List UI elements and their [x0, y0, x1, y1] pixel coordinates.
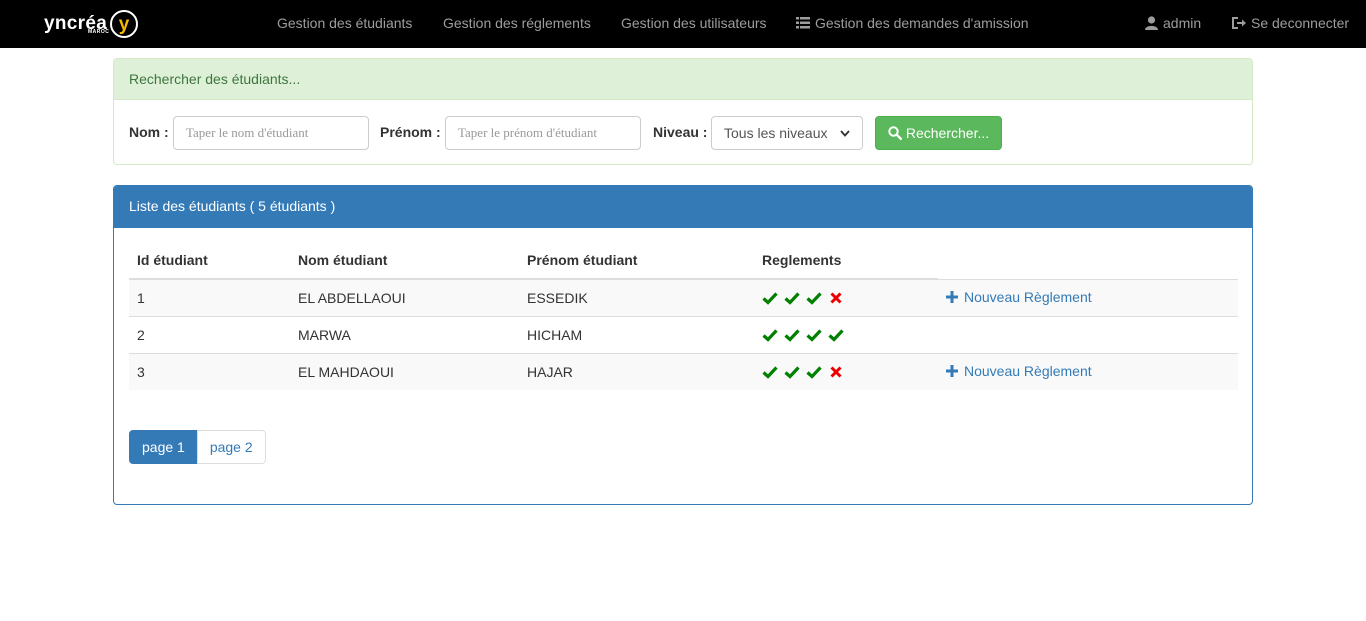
students-table: Id étudiant Nom étudiant Prénom étudiant…	[129, 242, 1238, 390]
page-2-button[interactable]: page 2	[196, 430, 266, 464]
column-header-actions	[938, 242, 1238, 279]
search-button[interactable]: Rechercher...	[875, 116, 1002, 150]
nav-user-admin[interactable]: admin	[1145, 0, 1201, 48]
cell-nom: EL MAHDAOUI	[290, 352, 519, 390]
nav-gestion-etudiants[interactable]: Gestion des étudiants	[277, 0, 412, 48]
logout-icon	[1232, 17, 1246, 30]
plus-icon	[946, 365, 958, 378]
cell-prenom: ESSEDIK	[519, 278, 754, 316]
nav-gestion-utilisateurs[interactable]: Gestion des utilisateurs	[621, 0, 767, 48]
search-panel: Rechercher des étudiants... Nom : Prénom…	[113, 58, 1253, 165]
cell-reglements	[754, 315, 938, 353]
table-row: 1 EL ABDELLAOUI ESSEDIK Nouveau Règlement	[129, 278, 1238, 316]
prenom-input[interactable]	[445, 116, 641, 150]
nav-gestion-demandes[interactable]: Gestion des demandes d'amission	[796, 0, 1029, 48]
check-icon	[784, 366, 800, 379]
top-navbar: yncréa y MAROC Gestion des étudiants Ges…	[0, 0, 1366, 48]
prenom-label: Prénom :	[380, 124, 441, 140]
search-panel-heading: Rechercher des étudiants...	[114, 59, 1252, 100]
cell-id: 1	[129, 278, 290, 316]
cell-reglements	[754, 278, 938, 316]
nom-input[interactable]	[173, 116, 369, 150]
nouveau-reglement-link[interactable]: Nouveau Règlement	[946, 363, 1092, 379]
cross-icon	[830, 292, 842, 304]
reglement-status-list	[762, 291, 930, 305]
cell-id: 3	[129, 352, 290, 390]
check-icon	[806, 292, 822, 305]
cell-prenom: HICHAM	[519, 315, 754, 353]
brand-y-badge: y	[110, 10, 139, 38]
students-list-panel: Liste des étudiants ( 5 étudiants ) Id é…	[113, 185, 1253, 505]
table-row: 2 MARWA HICHAM	[129, 315, 1238, 353]
reglement-status-list	[762, 328, 930, 342]
cell-id: 2	[129, 315, 290, 353]
list-icon	[796, 17, 810, 29]
check-icon	[762, 366, 778, 379]
nom-label: Nom :	[129, 124, 169, 140]
column-header-nom: Nom étudiant	[290, 242, 519, 280]
nav-gestion-reglements[interactable]: Gestion des réglements	[443, 0, 591, 48]
cell-nom: EL ABDELLAOUI	[290, 278, 519, 316]
students-list-heading: Liste des étudiants ( 5 étudiants )	[114, 186, 1252, 228]
cell-prenom: HAJAR	[519, 352, 754, 390]
table-row: 3 EL MAHDAOUI HAJAR Nouveau Règlement	[129, 352, 1238, 390]
cross-icon	[830, 366, 842, 378]
cell-reglements	[754, 352, 938, 390]
brand-sub: MAROC	[88, 29, 110, 35]
search-icon	[888, 126, 902, 140]
brand-logo[interactable]: yncréa y MAROC	[44, 8, 139, 40]
cell-action: Nouveau Règlement	[938, 278, 1238, 316]
nav-logout[interactable]: Se deconnecter	[1231, 0, 1349, 48]
niveau-select[interactable]: Tous les niveaux	[711, 116, 863, 150]
page-1-button[interactable]: page 1	[129, 430, 198, 464]
table-header-row: Id étudiant Nom étudiant Prénom étudiant…	[129, 242, 1238, 280]
check-icon	[762, 328, 778, 342]
check-icon	[806, 328, 822, 342]
check-icon	[762, 292, 778, 305]
cell-nom: MARWA	[290, 315, 519, 353]
check-icon	[784, 292, 800, 305]
check-icon	[784, 328, 800, 342]
check-icon	[828, 328, 844, 342]
chevron-down-icon	[840, 129, 850, 137]
cell-action: Nouveau Règlement	[938, 352, 1238, 390]
reglement-status-list	[762, 365, 930, 379]
pagination: page 1 page 2	[129, 430, 266, 464]
check-icon	[806, 366, 822, 379]
column-header-reglements: Reglements	[754, 242, 938, 280]
user-icon	[1145, 16, 1158, 31]
cell-action	[938, 315, 1238, 353]
niveau-label: Niveau :	[653, 124, 708, 140]
column-header-prenom: Prénom étudiant	[519, 242, 754, 280]
table-body: 1 EL ABDELLAOUI ESSEDIK Nouveau Règlement 2 M…	[129, 278, 1238, 390]
nouveau-reglement-link[interactable]: Nouveau Règlement	[946, 289, 1092, 305]
column-header-id: Id étudiant	[129, 242, 290, 280]
plus-icon	[946, 291, 958, 303]
